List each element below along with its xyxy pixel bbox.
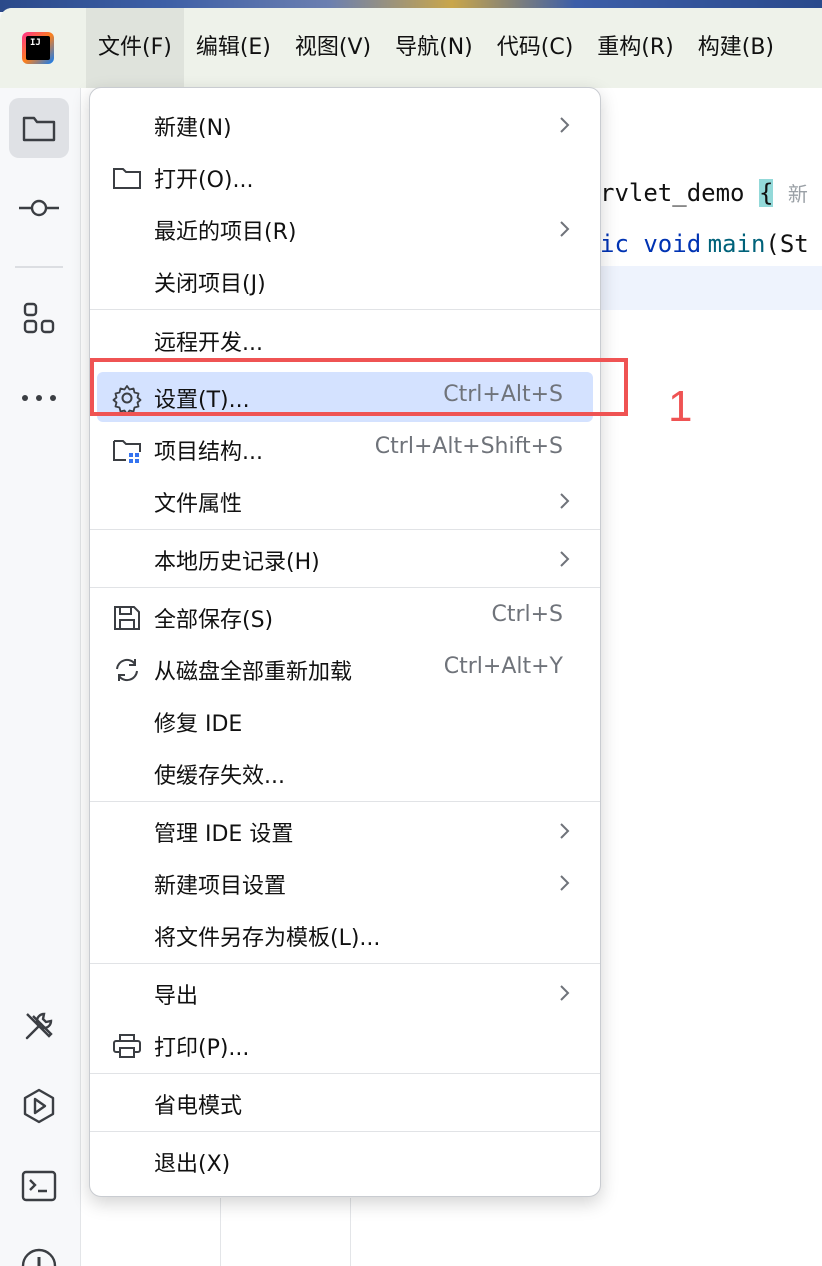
- problems-icon[interactable]: [9, 1236, 69, 1266]
- main-menubar: IJ 文件(F) 编辑(E) 视图(V) 导航(N) 代码(C) 重构(R) 构…: [0, 8, 822, 88]
- logo-text: IJ: [30, 38, 41, 48]
- menu-item-label: 项目结构...: [154, 440, 263, 465]
- shortcut-text: Ctrl+S: [491, 602, 563, 627]
- menu-separator: [90, 1131, 600, 1132]
- menu-item-label: 使缓存失效...: [154, 764, 285, 789]
- intellij-logo-icon[interactable]: IJ: [22, 32, 54, 64]
- menu-item-label: 退出(X): [154, 1152, 231, 1177]
- tool-window-strip: [0, 88, 81, 1266]
- code-line-1: rvlet_demo { 新: [600, 178, 808, 207]
- menu-item-label: 导出: [154, 984, 199, 1009]
- editor-divider: [350, 1198, 351, 1266]
- menu-item-label: 省电模式: [154, 1094, 243, 1119]
- menu-item-label: 最近的项目(R): [154, 220, 297, 245]
- menu-item-new-project-setup[interactable]: 新建项目设置: [90, 858, 600, 908]
- inlay-hint-text: 新: [787, 182, 808, 206]
- menu-item-new[interactable]: 新建(N): [90, 100, 600, 150]
- commit-icon[interactable]: [9, 178, 69, 238]
- chevron-right-icon: [560, 493, 570, 509]
- menu-item-label: 修复 IDE: [154, 712, 243, 737]
- current-line-highlight: [600, 266, 822, 310]
- menu-item-label: 远程开发...: [154, 331, 263, 356]
- menu-build[interactable]: 构建(B): [686, 8, 786, 88]
- menu-item-invalidate-caches[interactable]: 使缓存失效...: [90, 748, 600, 798]
- menu-item-label: 新建项目设置: [154, 874, 287, 899]
- menu-item-manage-ide-settings[interactable]: 管理 IDE 设置: [90, 806, 600, 856]
- menu-item-close-project[interactable]: 关闭项目(J): [90, 256, 600, 306]
- structure-icon[interactable]: [9, 288, 69, 348]
- menu-item-project-structure[interactable]: 项目结构... Ctrl+Alt+Shift+S: [90, 424, 600, 474]
- menu-separator: [90, 587, 600, 588]
- menu-item-label: 打开(O)...: [154, 168, 254, 193]
- menu-item-save-as-template[interactable]: 将文件另存为模板(L)...: [90, 910, 600, 960]
- chevron-right-icon: [560, 823, 570, 839]
- folder-icon: [113, 168, 141, 189]
- class-name-text: rvlet_demo: [600, 179, 745, 207]
- chevron-right-icon: [560, 875, 570, 891]
- reload-icon: [116, 658, 138, 682]
- menu-code[interactable]: 代码(C): [485, 8, 586, 88]
- menu-item-save-all[interactable]: 全部保存(S) Ctrl+S: [90, 592, 600, 642]
- menu-item-label: 打印(P)...: [154, 1036, 250, 1061]
- menu-item-open[interactable]: 打开(O)...: [90, 152, 600, 202]
- menu-separator: [90, 1073, 600, 1074]
- project-structure-icon: [113, 440, 141, 463]
- menu-navigate[interactable]: 导航(N): [383, 8, 485, 88]
- strip-divider: [15, 266, 63, 268]
- menu-item-reload-from-disk[interactable]: 从磁盘全部重新加载 Ctrl+Alt+Y: [90, 644, 600, 694]
- chevron-right-icon: [560, 221, 570, 237]
- menu-item-exit[interactable]: 退出(X): [90, 1136, 600, 1186]
- editor-divider: [220, 1198, 221, 1266]
- menu-file[interactable]: 文件(F): [86, 8, 184, 88]
- menu-item-file-properties[interactable]: 文件属性: [90, 476, 600, 526]
- method-name-text: main: [707, 230, 766, 258]
- print-icon: [113, 1034, 141, 1058]
- menu-item-repair-ide[interactable]: 修复 IDE: [90, 696, 600, 746]
- menu-separator: [90, 963, 600, 964]
- more-icon[interactable]: [9, 368, 69, 428]
- run-icon[interactable]: [9, 1076, 69, 1136]
- services-tools-icon[interactable]: [9, 996, 69, 1056]
- chevron-right-icon: [560, 551, 570, 567]
- menu-refactor[interactable]: 重构(R): [585, 8, 685, 88]
- brace-text: {: [758, 179, 774, 207]
- params-text: (St: [765, 230, 809, 258]
- menu-separator: [90, 529, 600, 530]
- annotation-number: 1: [668, 382, 693, 431]
- menu-item-label: 管理 IDE 设置: [154, 822, 294, 847]
- shortcut-text: Ctrl+Alt+Shift+S: [374, 434, 563, 459]
- menu-item-recent-projects[interactable]: 最近的项目(R): [90, 204, 600, 254]
- chevron-right-icon: [560, 117, 570, 133]
- menu-item-label: 文件属性: [154, 492, 243, 517]
- annotation-box: [90, 358, 628, 416]
- menu-item-label: 将文件另存为模板(L)...: [154, 926, 381, 951]
- menu-item-print[interactable]: 打印(P)...: [90, 1020, 600, 1070]
- menu-separator: [90, 801, 600, 802]
- menu-separator: [90, 309, 600, 310]
- chevron-right-icon: [560, 985, 570, 1001]
- save-icon: [114, 606, 140, 630]
- menu-item-label: 本地历史记录(H): [154, 550, 320, 575]
- keyword-text: ic void: [600, 230, 702, 258]
- menu-edit[interactable]: 编辑(E): [184, 8, 283, 88]
- menu-item-local-history[interactable]: 本地历史记录(H): [90, 534, 600, 584]
- menu-item-label: 新建(N): [154, 116, 232, 141]
- menu-item-label: 关闭项目(J): [154, 272, 266, 297]
- menu-view[interactable]: 视图(V): [283, 8, 383, 88]
- terminal-icon[interactable]: [9, 1156, 69, 1216]
- menu-item-label: 从磁盘全部重新加载: [154, 660, 353, 685]
- menu-item-power-save-mode[interactable]: 省电模式: [90, 1078, 600, 1128]
- shortcut-text: Ctrl+Alt+Y: [443, 654, 563, 679]
- menu-item-label: 全部保存(S): [154, 608, 274, 633]
- menu-item-export[interactable]: 导出: [90, 968, 600, 1018]
- project-folder-icon[interactable]: [9, 98, 69, 158]
- file-menu-popup: 新建(N) 打开(O)... 最近的项目(R) 关闭项目(J) 远程开发... …: [89, 87, 601, 1197]
- code-line-2: ic void main(St: [600, 230, 809, 258]
